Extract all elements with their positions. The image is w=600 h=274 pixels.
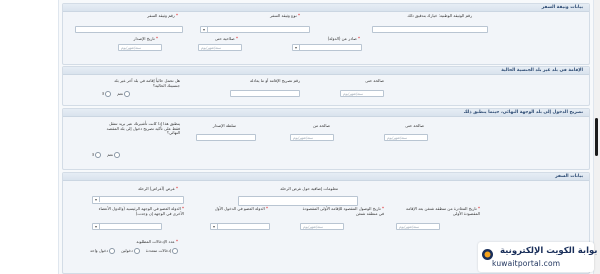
main-destination-select[interactable]: ▾	[92, 223, 162, 230]
chevron-down-icon: ▾	[93, 197, 100, 202]
radio-yes[interactable]: نعم	[117, 91, 130, 97]
chevron-down-icon: ▾	[93, 224, 100, 229]
logo-english-text: kuwaitportal.com	[492, 259, 561, 268]
radio-double[interactable]: دخولين	[121, 248, 140, 254]
first-entry-select[interactable]: ▾	[210, 223, 270, 230]
radio-button[interactable]	[95, 152, 102, 158]
doc-type-select[interactable]: ▾	[200, 26, 310, 33]
logo-arabic-text: بوابة الكويت الإلكترونية	[500, 246, 598, 256]
chevron-down-icon: ▾	[211, 224, 218, 229]
radio-no[interactable]: لا	[102, 91, 112, 97]
issued-by-input[interactable]	[196, 134, 256, 141]
departure-date-input[interactable]: سنة/شهر/يوم	[396, 223, 440, 230]
entries-radio-group: إدخالات متعددة دخولين دخول واحد	[90, 248, 179, 254]
travel-doc-section: بيانات وثيقة السفر	[62, 3, 590, 65]
radio-button[interactable]	[105, 91, 112, 97]
expiry-date-input[interactable]: سنة/شهر/يوم	[198, 44, 242, 51]
chevron-down-icon: ▾	[293, 45, 300, 50]
doc-type-label: * نوع وثيقة السفر	[270, 13, 300, 18]
radio-button[interactable]	[133, 248, 140, 254]
radio-no[interactable]: لا	[92, 152, 102, 158]
first-entry-label: * الدولة العضو في الدخول الأول	[214, 206, 268, 211]
arrival-date-input[interactable]: سنة/شهر/يوم	[300, 223, 344, 230]
valid-from-input[interactable]: سنة/شهر/يوم	[290, 134, 334, 141]
arrival-date-label: * تاريخ الوصول المقصود للإقامة الأولى ال…	[302, 206, 384, 216]
issue-country-select[interactable]: ▾	[292, 44, 362, 51]
radio-button[interactable]	[124, 91, 130, 97]
radio-multiple[interactable]: إدخالات متعددة	[146, 248, 179, 254]
residence-permit-input[interactable]	[230, 90, 300, 97]
issued-by-label: سلطة الإصدار	[212, 123, 236, 128]
doc-number-label: رقم الوثيقة الوطنية: خيارك بتدقيق ذلك	[407, 13, 472, 18]
scrollbar-thumb[interactable]	[595, 118, 598, 156]
expiry-label: * صلاحية حتى	[214, 36, 238, 41]
section-title: بيانات وثيقة السفر	[63, 4, 589, 12]
extra-info-label: معلومات إضافية حول غرض الرحلة	[280, 186, 338, 191]
radio-yes[interactable]: نعم	[107, 152, 120, 158]
doc-number-input[interactable]	[75, 26, 183, 33]
entries-label: * عدد الإدخالات المطلوبة	[136, 239, 178, 244]
issue-date-label: * تاريخ الإصدار	[133, 36, 158, 41]
section-title: تصريح الدخول إلى بلد الوجهة النهائي، حيث…	[63, 109, 589, 117]
valid-to-label: صالحة حتى	[405, 123, 424, 128]
section-title: الإقامة في بلد غير بلد الجنسية الحالية	[63, 67, 589, 75]
valid-to-input[interactable]: سنة/شهر/يوم	[384, 134, 428, 141]
chevron-down-icon: ▾	[201, 27, 208, 32]
issue-date-input[interactable]: سنة/شهر/يوم	[118, 44, 162, 51]
radio-button[interactable]	[109, 248, 116, 254]
residence-question: هل تحمل حالياً إقامة في بلد آخر غير بلد …	[114, 78, 180, 88]
valid-from-label: صالحة من	[312, 123, 330, 128]
residence-radio-group: نعم لا	[102, 91, 130, 97]
extra-info-input[interactable]	[238, 196, 358, 206]
entry-permit-question: ينطبق هذا إذا كانت تأشيرتك عبر بريد تنتق…	[106, 121, 180, 136]
purpose-select[interactable]: ▾	[92, 196, 184, 204]
radio-single[interactable]: دخول واحد	[90, 248, 116, 254]
main-destination-label: * الدولة العضو في الوجهة الرئيسية (والدو…	[98, 206, 184, 216]
doc-number2-label: * رقم وثيقة السفر	[147, 13, 178, 18]
radio-button[interactable]	[114, 152, 120, 158]
departure-date-label: * تاريخ المغادرة من منطقة شنغن بعد الإقا…	[406, 206, 480, 216]
entry-permit-radio-group: نعم لا	[92, 152, 120, 158]
purpose-label: * غرض (أغراض) الرحلة	[138, 186, 178, 191]
issue-country-label: * صادر عن (الدولة)	[327, 36, 360, 41]
residence-permit-label: رقم تصريح الإقامة أو ما يعادله	[250, 78, 300, 83]
section-title: بيانات السفر	[63, 173, 589, 181]
national-id-input[interactable]	[372, 26, 488, 33]
residence-validity-label: صالحة حتى	[365, 78, 384, 83]
residence-validity-input[interactable]: سنة/شهر/يوم	[340, 90, 384, 97]
radio-button[interactable]	[172, 248, 179, 254]
